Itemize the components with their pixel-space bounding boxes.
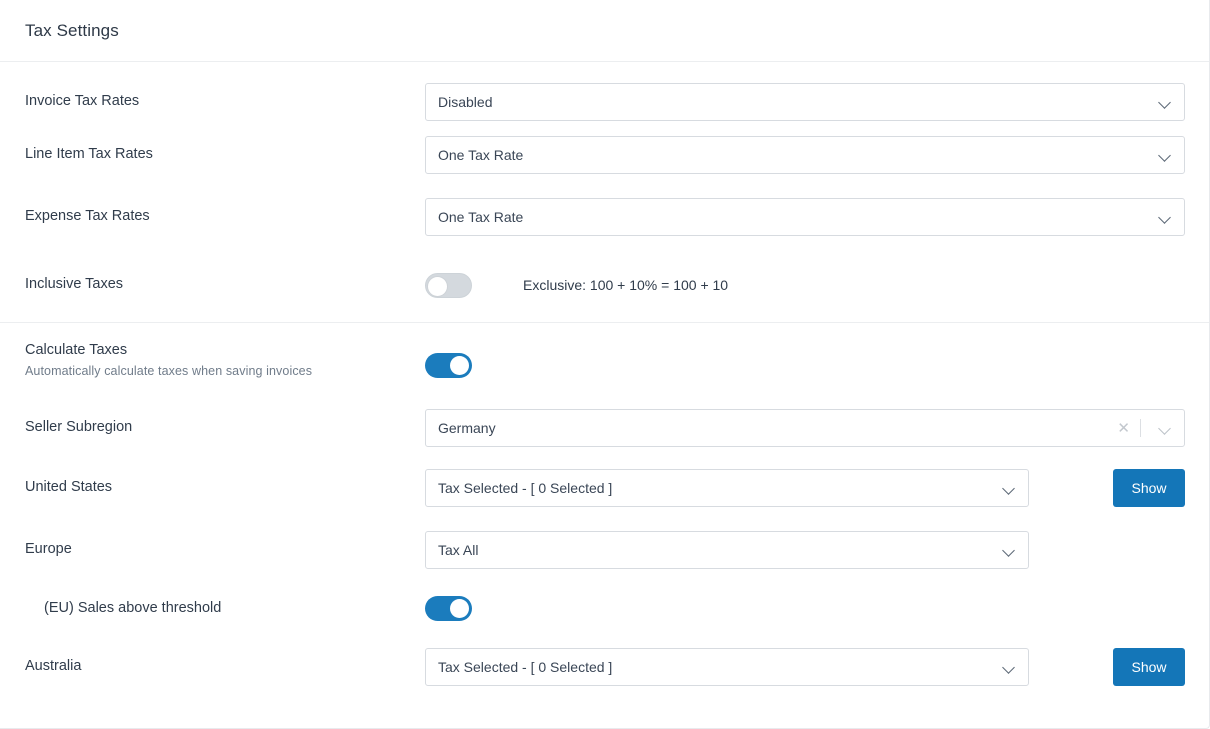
chevron-down-icon bbox=[1002, 660, 1016, 674]
invoice-tax-rates-select[interactable]: Disabled bbox=[425, 83, 1185, 121]
toggle-knob bbox=[450, 599, 469, 618]
expense-tax-rates-control: One Tax Rate bbox=[425, 198, 1185, 236]
europe-select[interactable]: Tax All bbox=[425, 531, 1029, 569]
seller-subregion-label: Seller Subregion bbox=[25, 418, 425, 438]
row-expense-tax-rates: Expense Tax Rates One Tax Rate bbox=[0, 186, 1209, 248]
card-header: Tax Settings bbox=[0, 0, 1209, 62]
australia-value: Tax Selected - [ 0 Selected ] bbox=[438, 659, 994, 675]
row-europe: Europe Tax All bbox=[0, 519, 1209, 581]
chevron-down-icon bbox=[1158, 95, 1172, 109]
expense-tax-rates-select[interactable]: One Tax Rate bbox=[425, 198, 1185, 236]
tax-settings-card: Tax Settings Invoice Tax Rates Disabled … bbox=[0, 0, 1210, 729]
europe-control: Tax All bbox=[425, 531, 1184, 569]
invoice-tax-rates-label: Invoice Tax Rates bbox=[25, 92, 425, 112]
chevron-down-icon[interactable] bbox=[1158, 421, 1172, 435]
calculate-taxes-label: Calculate Taxes Automatically calculate … bbox=[25, 341, 425, 379]
eu-sales-threshold-label: (EU) Sales above threshold bbox=[25, 599, 425, 619]
row-seller-subregion: Seller Subregion Germany ✕ bbox=[0, 399, 1209, 457]
page-title: Tax Settings bbox=[25, 21, 119, 41]
chevron-down-icon bbox=[1002, 481, 1016, 495]
line-item-tax-rates-select[interactable]: One Tax Rate bbox=[425, 136, 1185, 174]
inclusive-taxes-toggle[interactable] bbox=[425, 273, 472, 298]
europe-label: Europe bbox=[25, 540, 425, 560]
expense-tax-rates-value: One Tax Rate bbox=[438, 209, 1150, 225]
line-item-tax-rates-label: Line Item Tax Rates bbox=[25, 145, 425, 165]
united-states-control: Tax Selected - [ 0 Selected ] Show bbox=[425, 469, 1185, 507]
calculate-taxes-description: Automatically calculate taxes when savin… bbox=[25, 363, 425, 380]
inclusive-taxes-label: Inclusive Taxes bbox=[25, 275, 425, 295]
eu-sales-threshold-control bbox=[425, 596, 1184, 621]
inclusive-taxes-note: Exclusive: 100 + 10% = 100 + 10 bbox=[523, 277, 728, 293]
row-calculate-taxes: Calculate Taxes Automatically calculate … bbox=[0, 323, 1209, 399]
united-states-show-button[interactable]: Show bbox=[1113, 469, 1185, 507]
australia-label: Australia bbox=[25, 657, 425, 677]
row-australia: Australia Tax Selected - [ 0 Selected ] … bbox=[0, 636, 1209, 698]
chevron-down-icon bbox=[1158, 210, 1172, 224]
inclusive-taxes-control: Exclusive: 100 + 10% = 100 + 10 bbox=[425, 273, 1184, 298]
calculate-taxes-control bbox=[425, 341, 1184, 378]
australia-control: Tax Selected - [ 0 Selected ] Show bbox=[425, 648, 1185, 686]
invoice-tax-rates-value: Disabled bbox=[438, 94, 1150, 110]
australia-select[interactable]: Tax Selected - [ 0 Selected ] bbox=[425, 648, 1029, 686]
europe-value: Tax All bbox=[438, 542, 994, 558]
clear-x-icon[interactable]: ✕ bbox=[1115, 421, 1132, 436]
eu-sales-threshold-toggle[interactable] bbox=[425, 596, 472, 621]
line-item-tax-rates-value: One Tax Rate bbox=[438, 147, 1150, 163]
seller-subregion-select[interactable]: Germany ✕ bbox=[425, 409, 1185, 447]
line-item-tax-rates-control: One Tax Rate bbox=[425, 136, 1185, 174]
australia-show-button[interactable]: Show bbox=[1113, 648, 1185, 686]
row-united-states: United States Tax Selected - [ 0 Selecte… bbox=[0, 457, 1209, 519]
calculate-taxes-title: Calculate Taxes bbox=[25, 342, 127, 358]
tax-rates-section: Invoice Tax Rates Disabled Line Item Tax… bbox=[0, 62, 1209, 322]
united-states-select[interactable]: Tax Selected - [ 0 Selected ] bbox=[425, 469, 1029, 507]
toggle-knob bbox=[428, 277, 447, 296]
united-states-value: Tax Selected - [ 0 Selected ] bbox=[438, 480, 994, 496]
chevron-down-icon bbox=[1158, 148, 1172, 162]
row-invoice-tax-rates: Invoice Tax Rates Disabled bbox=[0, 62, 1209, 124]
united-states-label: United States bbox=[25, 478, 425, 498]
row-inclusive-taxes: Inclusive Taxes Exclusive: 100 + 10% = 1… bbox=[0, 248, 1209, 322]
divider bbox=[1140, 419, 1141, 437]
seller-subregion-value: Germany bbox=[438, 420, 1115, 436]
invoice-tax-rates-control: Disabled bbox=[425, 83, 1185, 121]
tax-regions-section: Calculate Taxes Automatically calculate … bbox=[0, 322, 1209, 698]
row-line-item-tax-rates: Line Item Tax Rates One Tax Rate bbox=[0, 124, 1209, 186]
seller-subregion-control: Germany ✕ bbox=[425, 409, 1185, 447]
expense-tax-rates-label: Expense Tax Rates bbox=[25, 207, 425, 227]
row-eu-sales-above-threshold: (EU) Sales above threshold bbox=[0, 581, 1209, 636]
calculate-taxes-toggle[interactable] bbox=[425, 353, 472, 378]
chevron-down-icon bbox=[1002, 543, 1016, 557]
toggle-knob bbox=[450, 356, 469, 375]
